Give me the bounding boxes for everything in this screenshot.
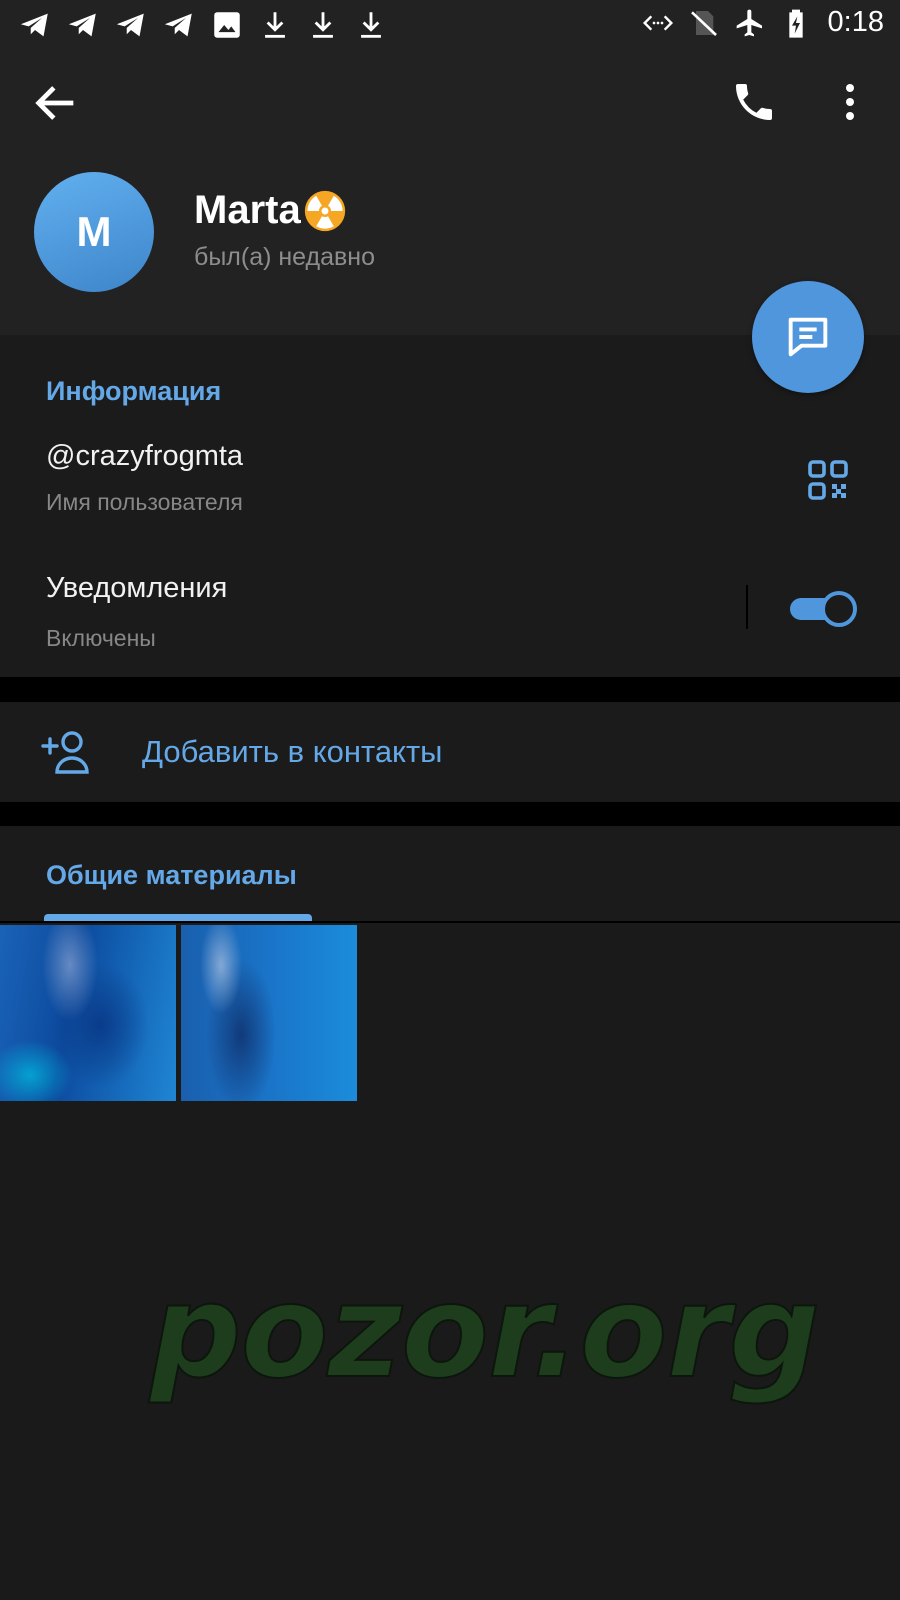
toggle-switch-icon xyxy=(790,591,857,627)
add-person-icon xyxy=(41,731,89,774)
media-thumbnail[interactable] xyxy=(0,925,176,1101)
message-icon xyxy=(788,317,828,357)
avatar[interactable]: M xyxy=(34,172,154,292)
system-icons: 0:18 xyxy=(642,6,884,39)
last-seen-status: был(а) недавно xyxy=(194,243,376,271)
phone-icon xyxy=(736,84,772,120)
add-contact-row[interactable] xyxy=(0,702,900,802)
radioactive-icon xyxy=(304,190,345,231)
call-button[interactable] xyxy=(730,78,782,130)
back-button[interactable] xyxy=(30,77,82,129)
send-message-button[interactable] xyxy=(752,281,864,393)
profile-name-row: Marta xyxy=(194,188,347,233)
notification-icons xyxy=(18,8,388,42)
image-icon xyxy=(214,12,240,38)
download-icon xyxy=(361,12,381,38)
tab-shared-media[interactable]: Общие материалы xyxy=(46,860,297,891)
profile-name: Marta xyxy=(194,188,301,232)
telegram-icon xyxy=(116,13,144,37)
notifications-title: Уведомления xyxy=(46,572,228,604)
info-section-title: Информация xyxy=(46,376,222,406)
divider xyxy=(746,585,748,629)
battery-charging-icon xyxy=(788,9,803,38)
username-value: @crazyfrogmta xyxy=(46,440,244,472)
add-contact-label: Добавить в контакты xyxy=(142,734,443,769)
watermark: pozor.org xyxy=(149,1257,821,1408)
more-options-button[interactable] xyxy=(826,78,876,130)
notifications-value: Включены xyxy=(46,625,156,651)
username-label: Имя пользователя xyxy=(46,489,243,515)
telegram-icon xyxy=(20,13,48,37)
clock: 0:18 xyxy=(827,6,884,38)
download-icon xyxy=(313,12,333,38)
download-icon xyxy=(265,12,285,38)
section-gap xyxy=(0,677,900,702)
no-sim-icon xyxy=(690,10,717,36)
telegram-icon xyxy=(164,13,192,37)
telegram-icon xyxy=(68,13,96,37)
notifications-toggle[interactable] xyxy=(790,588,858,628)
media-thumbnail[interactable] xyxy=(181,925,357,1101)
qr-code-icon xyxy=(808,460,848,500)
qr-code-button[interactable] xyxy=(804,456,852,504)
more-vert-icon xyxy=(846,84,854,120)
airplane-icon xyxy=(736,9,762,36)
divider xyxy=(0,921,900,923)
data-saver-icon xyxy=(642,14,673,31)
section-gap xyxy=(0,802,900,826)
back-arrow-icon xyxy=(35,86,74,120)
